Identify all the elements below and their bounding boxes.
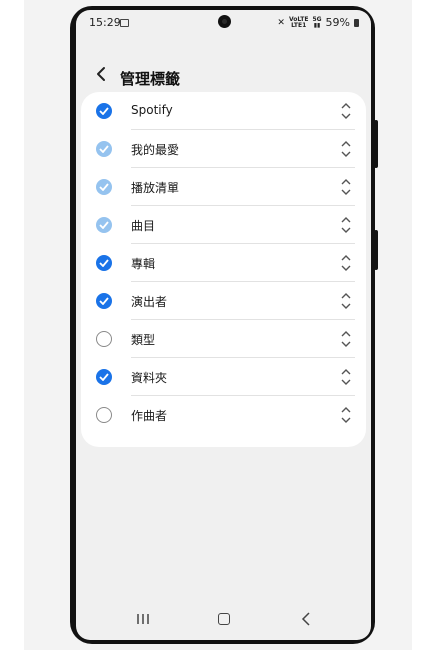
tag-label: 資料夾	[131, 371, 168, 385]
drag-handle-icon[interactable]	[340, 368, 352, 386]
drag-handle-icon[interactable]	[340, 292, 352, 310]
checkbox-checked[interactable]	[96, 255, 112, 271]
power-button	[374, 120, 378, 168]
drag-handle-icon[interactable]	[340, 140, 352, 158]
back-button[interactable]	[94, 66, 110, 82]
home-button[interactable]	[218, 613, 230, 625]
checkbox-unchecked[interactable]	[96, 407, 112, 423]
drag-handle-icon[interactable]	[340, 102, 352, 120]
tag-row-favorites[interactable]: 我的最愛	[81, 130, 366, 168]
volte-icon: VoLTE LTE1	[288, 15, 309, 29]
tag-label: 演出者	[131, 295, 168, 309]
tag-label: 播放清單	[131, 181, 180, 195]
tag-label: 我的最愛	[131, 143, 180, 157]
drag-handle-icon[interactable]	[340, 330, 352, 348]
battery-percent: 59%	[325, 16, 350, 29]
tag-row-tracks[interactable]: 曲目	[81, 206, 366, 244]
volume-button	[374, 230, 378, 270]
checkbox-checked-disabled	[96, 141, 112, 157]
tag-row-folders[interactable]: 資料夾	[81, 358, 366, 396]
front-camera	[218, 15, 231, 28]
page-title: 管理標籤	[120, 70, 181, 88]
checkbox-checked[interactable]	[96, 293, 112, 309]
tag-row-spotify[interactable]: Spotify	[81, 92, 366, 130]
phone-screen: 15:29 ✕ VoLTE LTE1 5G ▮▮ 59% 管理標籤 Spotify	[76, 10, 371, 640]
gallery-notification-icon	[120, 19, 129, 27]
status-bar: 15:29 ✕ VoLTE LTE1 5G ▮▮ 59%	[76, 10, 371, 36]
tag-row-artists[interactable]: 演出者	[81, 282, 366, 320]
5g-icon: 5G ▮▮	[312, 15, 322, 29]
tag-row-composers[interactable]: 作曲者	[81, 396, 366, 434]
checkbox-checked-disabled	[96, 217, 112, 233]
status-time: 15:29	[89, 16, 121, 29]
checkbox-checked-disabled	[96, 179, 112, 195]
drag-handle-icon[interactable]	[340, 178, 352, 196]
tag-label: 曲目	[131, 219, 156, 233]
app-header: 管理標籤	[76, 54, 371, 94]
tag-row-playlists[interactable]: 播放清單	[81, 168, 366, 206]
drag-handle-icon[interactable]	[340, 254, 352, 272]
checkbox-checked[interactable]	[96, 369, 112, 385]
nav-back-button[interactable]	[301, 611, 311, 627]
battery-icon	[354, 18, 359, 27]
tag-label: 類型	[131, 333, 156, 347]
drag-handle-icon[interactable]	[340, 216, 352, 234]
tag-list: Spotify 我的最愛 播放清單 曲目 專輯 演出者 類型 資料夾 作曲者	[81, 92, 366, 447]
tag-label: 專輯	[131, 257, 156, 271]
drag-handle-icon[interactable]	[340, 406, 352, 424]
navigation-bar	[76, 608, 371, 632]
status-icons: ✕ VoLTE LTE1 5G ▮▮ 59%	[277, 16, 359, 29]
checkbox-checked[interactable]	[96, 103, 112, 119]
tag-label: 作曲者	[131, 409, 168, 423]
tag-label: Spotify	[131, 103, 173, 117]
tag-row-genres[interactable]: 類型	[81, 320, 366, 358]
mute-icon: ✕	[277, 17, 285, 28]
recent-apps-button[interactable]	[136, 613, 150, 625]
tag-row-albums[interactable]: 專輯	[81, 244, 366, 282]
checkbox-unchecked[interactable]	[96, 331, 112, 347]
